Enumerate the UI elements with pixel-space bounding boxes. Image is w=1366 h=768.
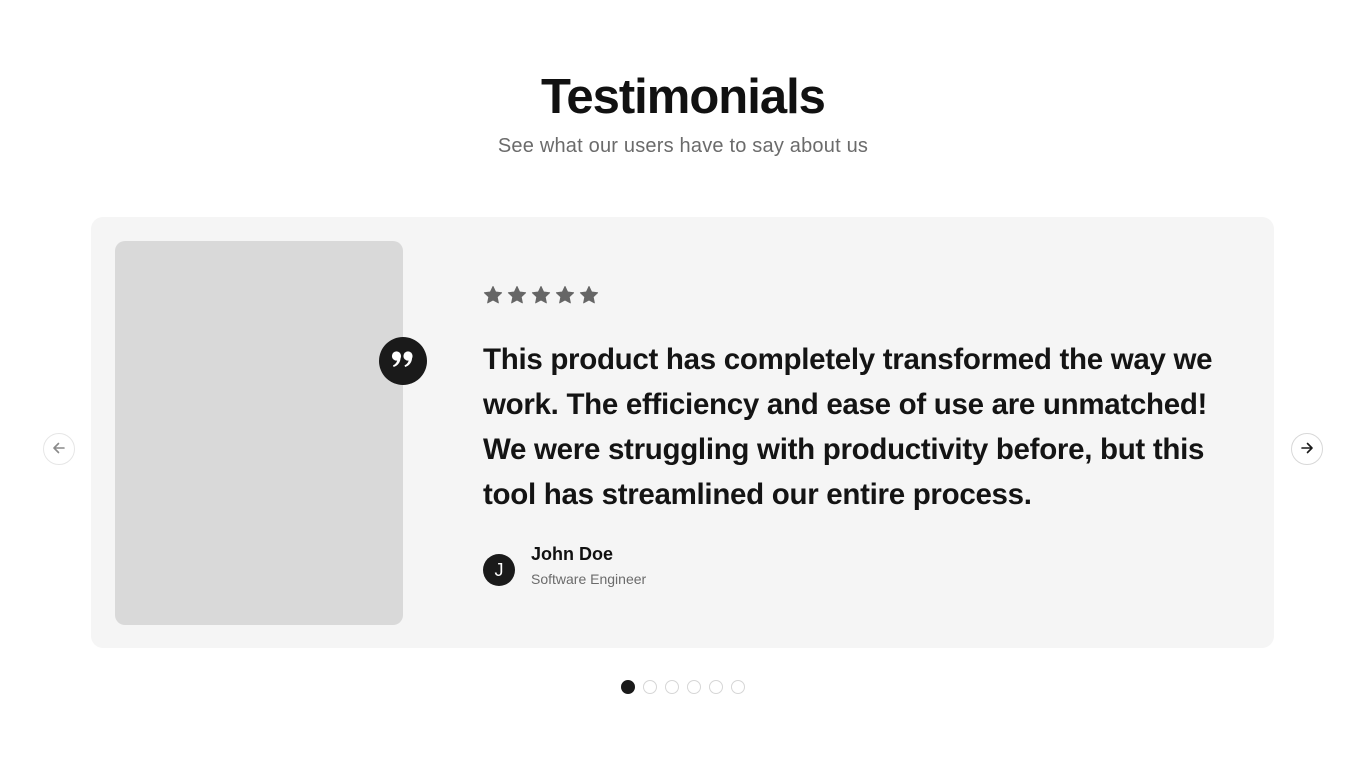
star-icon	[579, 285, 599, 305]
pagination-dot[interactable]	[709, 680, 723, 694]
testimonial-card: This product has completely transformed …	[91, 217, 1274, 648]
star-icon	[507, 285, 527, 305]
pagination-dot[interactable]	[621, 680, 635, 694]
arrow-right-icon	[1300, 441, 1314, 458]
testimonial-quote: This product has completely transformed …	[483, 343, 1213, 511]
quote-icon	[390, 349, 416, 374]
testimonial-image-placeholder	[115, 241, 403, 625]
pagination-dot[interactable]	[643, 680, 657, 694]
arrow-left-icon	[52, 441, 66, 458]
page-title: Testimonials	[541, 70, 826, 124]
star-rating	[483, 283, 1243, 307]
star-icon	[531, 285, 551, 305]
testimonial-content: This product has completely transformed …	[483, 283, 1243, 589]
testimonials-section: Testimonials See what our users have to …	[0, 0, 1366, 768]
page-subtitle: See what our users have to say about us	[497, 135, 869, 157]
quote-badge	[379, 337, 427, 385]
previous-slide-button[interactable]	[43, 433, 75, 465]
pagination-dot[interactable]	[665, 680, 679, 694]
star-icon	[483, 285, 503, 305]
section-header: Testimonials See what our users have to …	[0, 66, 1366, 161]
carousel-pagination	[0, 680, 1366, 694]
avatar: J	[483, 554, 515, 586]
author-info: John Doe Software Engineer	[531, 541, 646, 589]
author-block: J John Doe Software Engineer	[483, 541, 1243, 589]
next-slide-button[interactable]	[1291, 433, 1323, 465]
star-icon	[555, 285, 575, 305]
author-role: Software Engineer	[531, 571, 647, 587]
pagination-dot[interactable]	[731, 680, 745, 694]
author-name: John Doe	[531, 544, 614, 564]
pagination-dot[interactable]	[687, 680, 701, 694]
